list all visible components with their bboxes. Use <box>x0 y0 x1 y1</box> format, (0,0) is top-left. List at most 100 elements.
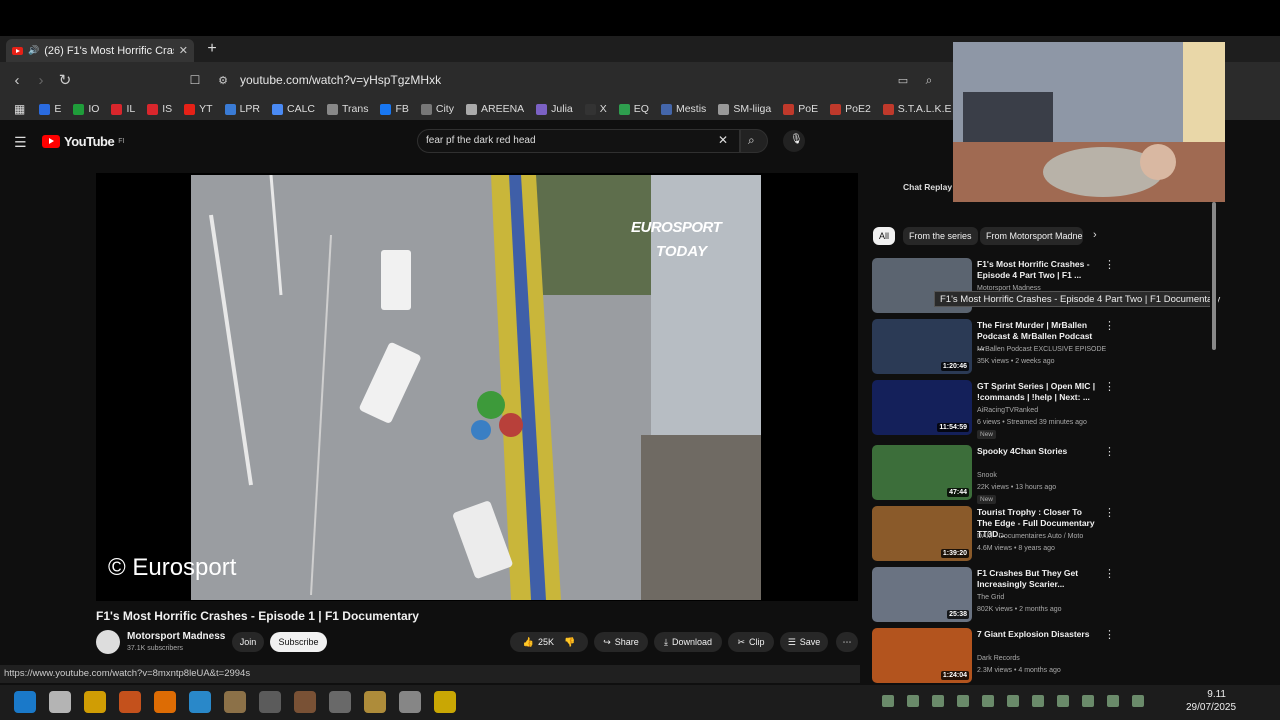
clip-button[interactable]: ✂ Clip <box>728 632 774 652</box>
dislike-icon[interactable]: 👎 <box>564 637 575 648</box>
channel-name[interactable]: Motorsport Madness <box>127 631 225 642</box>
recommendation-title[interactable]: F1 Crashes But They Get Increasingly Sca… <box>977 568 1099 590</box>
save-button[interactable]: ☰ Save <box>780 632 828 652</box>
bookmark-item[interactable]: E <box>39 103 61 115</box>
menu-icon[interactable]: ☰ <box>14 134 27 151</box>
taskbar-steam-icon[interactable] <box>259 691 281 713</box>
recommendation-thumbnail[interactable]: 1:20:46 <box>872 319 972 374</box>
chat-replay-header[interactable]: Chat Replay h <box>903 182 960 192</box>
bookmark-item[interactable]: IO <box>73 103 99 115</box>
more-options-icon[interactable]: ⋮ <box>1104 380 1115 393</box>
recommendation-thumbnail[interactable]: 11:54:59 <box>872 380 972 435</box>
site-settings-icon[interactable]: ⚙ <box>212 69 234 91</box>
browser-tab-active[interactable]: 🔊 (26) F1's Most Horrific Crashe ✕ <box>6 39 194 62</box>
taskbar-search-icon[interactable] <box>49 691 71 713</box>
more-options-icon[interactable]: ⋮ <box>1104 258 1115 271</box>
search-input[interactable]: fear pf the dark red head <box>417 129 740 153</box>
bookmark-item[interactable]: Julia <box>536 103 573 115</box>
tray-shield-icon[interactable] <box>1057 695 1069 707</box>
share-button[interactable]: ↪ Share <box>594 632 648 652</box>
recommendation-thumbnail[interactable]: 47:44 <box>872 445 972 500</box>
taskbar-app-icon[interactable] <box>224 691 246 713</box>
like-icon[interactable]: 👍 <box>523 637 534 648</box>
tray-app-icon[interactable] <box>982 695 994 707</box>
more-options-icon[interactable]: ⋮ <box>1104 445 1115 458</box>
chip-next-icon[interactable]: › <box>1093 229 1097 241</box>
bookmark-item[interactable]: SM-liiga <box>718 103 771 115</box>
bookmark-item[interactable]: AREENA <box>465 103 524 115</box>
taskbar-app-icon[interactable] <box>434 691 456 713</box>
more-actions-button[interactable]: ⋯ <box>836 632 858 652</box>
bookmark-item[interactable]: EQ <box>618 103 649 115</box>
more-options-icon[interactable]: ⋮ <box>1104 319 1115 332</box>
recommendation-channel[interactable]: Dark Records <box>977 653 1020 665</box>
tray-microphone-icon[interactable] <box>1082 695 1094 707</box>
close-tab-icon[interactable]: ✕ <box>179 44 188 57</box>
bookmark-item[interactable]: FB <box>380 103 409 115</box>
like-count[interactable]: 25K <box>538 637 554 647</box>
recommendation-channel[interactable]: MrBallen Podcast EXCLUSIVE EPISODE <box>977 344 1106 356</box>
bookmark-item[interactable]: Mestis <box>660 103 706 115</box>
scrollbar-thumb[interactable] <box>1212 202 1216 350</box>
tray-network-icon[interactable] <box>1107 695 1119 707</box>
taskbar-file-explorer-icon[interactable] <box>84 691 106 713</box>
recommendation-title[interactable]: F1's Most Horrific Crashes - Episode 4 P… <box>977 259 1099 281</box>
more-options-icon[interactable]: ⋮ <box>1104 567 1115 580</box>
subscribe-button[interactable]: Subscribe <box>270 632 327 652</box>
tray-volume-icon[interactable] <box>1132 695 1144 707</box>
taskbar-app-icon[interactable] <box>364 691 386 713</box>
taskbar-game-icon[interactable] <box>294 691 316 713</box>
youtube-logo[interactable]: YouTube FI <box>42 134 124 149</box>
taskbar-brave-browser-icon[interactable] <box>119 691 141 713</box>
cast-icon[interactable]: ▭ <box>892 69 914 91</box>
forward-icon[interactable]: › <box>30 69 52 91</box>
tray-app-icon[interactable] <box>882 695 894 707</box>
download-button[interactable]: ⤓ Download <box>654 632 722 652</box>
bookmark-icon[interactable]: ☐ <box>184 69 206 91</box>
clear-search-icon[interactable]: ✕ <box>718 133 728 147</box>
chip-from-channel[interactable]: From Motorsport Madne <box>980 227 1083 245</box>
join-button[interactable]: Join <box>232 632 264 652</box>
bookmark-item[interactable]: YT <box>184 103 213 115</box>
channel-avatar[interactable] <box>96 630 120 654</box>
bookmark-item[interactable]: CALC <box>272 103 315 115</box>
taskbar-discord-icon[interactable] <box>399 691 421 713</box>
bookmark-item[interactable]: IL <box>111 103 135 115</box>
reload-icon[interactable]: ↻ <box>54 69 76 91</box>
apps-grid-icon[interactable]: ▦ <box>14 102 25 116</box>
tray-steam-icon[interactable] <box>1007 695 1019 707</box>
recommendation-channel[interactable]: Snook <box>977 470 997 482</box>
recommendation-title[interactable]: 7 Giant Explosion Disasters <box>977 629 1099 640</box>
bookmark-item[interactable]: City <box>420 103 454 115</box>
bookmark-item[interactable]: X <box>584 103 607 115</box>
voice-search-button[interactable]: 🎙 <box>783 130 805 152</box>
recommendation-channel[interactable]: The Grid <box>977 592 1004 604</box>
recommendation-thumbnail[interactable]: 1:24:04 <box>872 628 972 683</box>
new-tab-button[interactable]: + <box>204 40 220 58</box>
tray-app-icon[interactable] <box>907 695 919 707</box>
back-icon[interactable]: ‹ <box>6 69 28 91</box>
chip-from-series[interactable]: From the series <box>903 227 978 245</box>
taskbar-game-icon[interactable] <box>329 691 351 713</box>
tray-app-icon[interactable] <box>1032 695 1044 707</box>
zoom-icon[interactable]: ⌕ <box>918 69 940 91</box>
bookmark-item[interactable]: LPR <box>224 103 260 115</box>
recommendation-thumbnail[interactable]: 25:38 <box>872 567 972 622</box>
taskbar-start-icon[interactable] <box>14 691 36 713</box>
recommendation-channel[interactable]: DAM - Documentaires Auto / Moto <box>977 531 1083 543</box>
bookmark-item[interactable]: PoE <box>783 103 818 115</box>
chip-all[interactable]: All <box>873 227 896 245</box>
system-clock[interactable]: 9.11 29/07/2025 <box>1186 688 1236 714</box>
bookmark-item[interactable]: PoE2 <box>830 103 871 115</box>
taskbar-firefox-icon[interactable] <box>154 691 176 713</box>
recommendation-channel[interactable]: AiRacingTVRanked <box>977 405 1038 417</box>
bookmark-item[interactable]: S.T.A.L.K.E <box>882 103 952 115</box>
page-scrollbar[interactable] <box>1210 200 1218 680</box>
recommendation-title[interactable]: Spooky 4Chan Stories <box>977 446 1099 457</box>
video-frame[interactable]: EUROSPORT TODAY <box>191 175 761 600</box>
taskbar-edge-icon[interactable] <box>189 691 211 713</box>
bookmark-item[interactable]: Trans <box>327 103 368 115</box>
tray-app-icon[interactable] <box>932 695 944 707</box>
search-button[interactable]: ⌕ <box>740 129 768 153</box>
more-options-icon[interactable]: ⋮ <box>1104 628 1115 641</box>
